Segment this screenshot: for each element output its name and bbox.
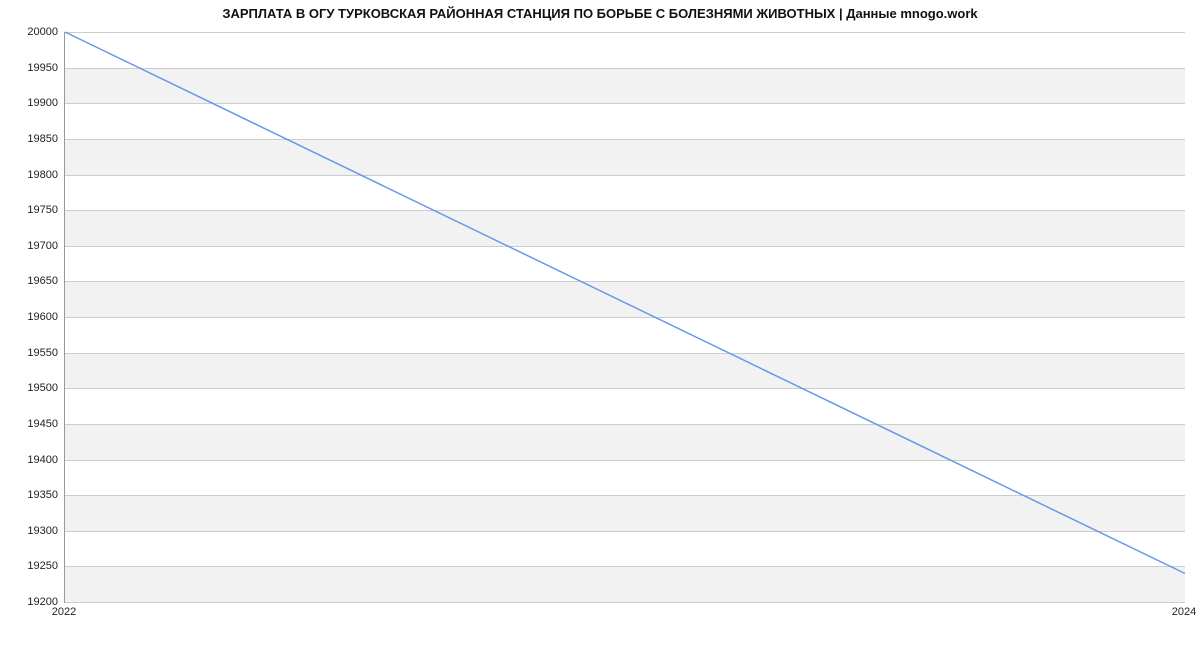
y-tick-label: 19200 [8,596,58,608]
salary-chart: ЗАРПЛАТА В ОГУ ТУРКОВСКАЯ РАЙОННАЯ СТАНЦ… [0,0,1200,650]
y-tick-label: 19250 [8,560,58,572]
gridline [65,602,1185,603]
y-tick-label: 19700 [8,240,58,252]
line-series [65,32,1185,602]
y-tick-label: 19350 [8,489,58,501]
plot-area [64,32,1185,603]
chart-title: ЗАРПЛАТА В ОГУ ТУРКОВСКАЯ РАЙОННАЯ СТАНЦ… [0,6,1200,21]
y-tick-label: 20000 [8,26,58,38]
x-tick-label: 2022 [52,606,76,618]
y-tick-label: 19650 [8,275,58,287]
x-tick-label: 2024 [1172,606,1196,618]
y-tick-label: 19600 [8,311,58,323]
y-tick-label: 19450 [8,418,58,430]
y-tick-label: 19500 [8,382,58,394]
y-tick-label: 19850 [8,133,58,145]
y-tick-label: 19950 [8,62,58,74]
y-tick-label: 19900 [8,97,58,109]
y-tick-label: 19750 [8,204,58,216]
y-tick-label: 19800 [8,169,58,181]
series-path [65,32,1185,574]
y-tick-label: 19300 [8,525,58,537]
y-tick-label: 19400 [8,454,58,466]
y-tick-label: 19550 [8,347,58,359]
